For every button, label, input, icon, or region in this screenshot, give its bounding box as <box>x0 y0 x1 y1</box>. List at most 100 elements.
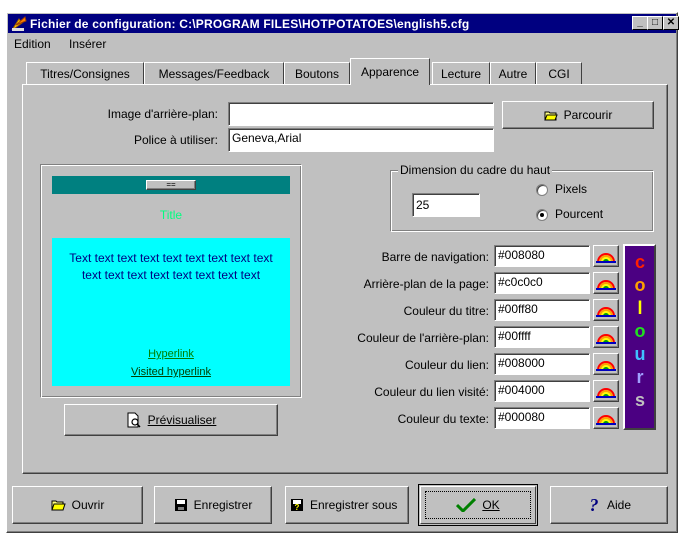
preview-nav-button: == <box>146 180 196 190</box>
help-button[interactable]: ? Aide <box>550 486 668 524</box>
preview-button[interactable]: Prévisualiser <box>64 404 278 436</box>
color-value-input[interactable]: #008000 <box>494 353 590 375</box>
tab-apparence[interactable]: Apparence <box>350 58 430 85</box>
tab-label: Messages/Feedback <box>158 66 270 81</box>
tab-label: Titres/Consignes <box>40 66 130 81</box>
tab-lecture[interactable]: Lecture <box>432 62 490 84</box>
tab-messages-feedback[interactable]: Messages/Feedback <box>144 62 284 84</box>
save-button[interactable]: Enregistrer <box>154 486 272 524</box>
svg-text:?: ? <box>589 496 598 514</box>
tab-label: Autre <box>498 66 528 81</box>
tab-label: Boutons <box>294 66 340 81</box>
save-as-icon: ? <box>291 499 303 512</box>
color-label: Couleur du texte: <box>397 412 489 426</box>
maximize-icon: □ <box>651 17 659 28</box>
color-picker-button[interactable] <box>593 407 619 429</box>
color-picker-button[interactable] <box>593 353 619 375</box>
rainbow-icon <box>596 307 616 317</box>
rainbow-icon <box>596 415 616 425</box>
title-bar: Fichier de configuration: C:\PROGRAM FIL… <box>8 14 679 33</box>
svg-text:s: s <box>635 390 645 410</box>
floppy-disk-icon <box>174 499 187 511</box>
menu-bar: Edition Insérer <box>8 33 676 53</box>
minimize-icon: _ <box>637 17 643 28</box>
color-label: Couleur du lien visité: <box>374 385 489 399</box>
tab-boutons[interactable]: Boutons <box>284 62 350 84</box>
color-label: Couleur de l'arrière-plan: <box>357 331 489 345</box>
font-input[interactable]: Geneva,Arial <box>228 128 494 152</box>
ok-button-face: OK <box>420 486 536 524</box>
save-button-label: Enregistrer <box>193 498 253 512</box>
color-value-input[interactable]: #c0c0c0 <box>494 272 590 294</box>
percent-label[interactable]: Pourcent <box>555 207 603 221</box>
tab-cgi[interactable]: CGI <box>536 62 582 84</box>
frame-size-legend: Dimension du cadre du haut <box>398 163 553 177</box>
color-label: Couleur du titre: <box>403 304 489 318</box>
svg-text:?: ? <box>295 503 300 512</box>
save-as-button[interactable]: ? Enregistrer sous <box>285 486 409 524</box>
background-image-label: Image d'arrière-plan: <box>107 107 218 121</box>
help-question-icon: ? <box>589 496 598 514</box>
rainbow-icon <box>596 334 616 344</box>
preview-document-icon <box>127 412 141 428</box>
help-button-label: Aide <box>606 498 632 512</box>
color-picker-button[interactable] <box>593 326 619 348</box>
svg-text:r: r <box>636 367 643 387</box>
color-value-input[interactable]: #008080 <box>494 245 590 267</box>
close-icon: ✕ <box>666 17 676 28</box>
preview-hyperlink: Hyperlink <box>148 348 194 360</box>
pixels-radio[interactable] <box>536 184 548 196</box>
open-button-label: Ouvrir <box>71 498 105 512</box>
rainbow-icon <box>596 388 616 398</box>
tab-autre[interactable]: Autre <box>490 62 536 84</box>
save-as-button-label: Enregistrer sous <box>310 498 398 512</box>
rainbow-icon <box>596 361 616 371</box>
close-button[interactable]: ✕ <box>663 16 679 30</box>
ok-button[interactable]: OK <box>418 484 538 526</box>
browse-button[interactable]: Parcourir <box>502 101 654 129</box>
color-label: Barre de navigation: <box>381 250 489 264</box>
rainbow-icon <box>596 280 616 290</box>
color-value-input[interactable]: #00ffff <box>494 326 590 348</box>
open-folder-icon <box>543 111 558 120</box>
svg-text:u: u <box>635 344 646 364</box>
preview-nav-button-label: == <box>166 180 176 189</box>
svg-text:o: o <box>635 321 646 341</box>
preview-button-label: Prévisualiser <box>147 413 217 427</box>
color-picker-button[interactable] <box>593 245 619 267</box>
svg-text:c: c <box>635 252 645 272</box>
menu-inserer[interactable]: Insérer <box>69 37 106 51</box>
hotpotatoes-app-icon <box>11 16 27 31</box>
open-button[interactable]: Ouvrir <box>12 486 143 524</box>
tab-label: Apparence <box>360 65 420 79</box>
maximize-button[interactable]: □ <box>647 16 663 30</box>
ok-focus-rect <box>425 491 531 519</box>
color-picker-button[interactable] <box>593 299 619 321</box>
color-label: Arrière-plan de la page: <box>363 277 489 291</box>
rainbow-icon <box>596 253 616 263</box>
menu-edition[interactable]: Edition <box>14 37 51 51</box>
open-folder-icon <box>50 500 66 511</box>
minimize-button[interactable]: _ <box>632 16 648 30</box>
pixels-label[interactable]: Pixels <box>555 182 587 196</box>
color-value-input[interactable]: #00ff80 <box>494 299 590 321</box>
background-image-input[interactable] <box>228 102 494 126</box>
color-picker-button[interactable] <box>593 380 619 402</box>
preview-title: Title <box>159 208 183 222</box>
tab-label: CGI <box>548 66 570 81</box>
colours-logo[interactable]: c o l o u r s colours <box>623 244 656 430</box>
tab-label: Lecture <box>440 66 482 81</box>
preview-visited-hyperlink: Visited hyperlink <box>131 366 211 378</box>
color-value-input[interactable]: #004000 <box>494 380 590 402</box>
preview-content-area: Text text text text text text text text … <box>52 238 290 386</box>
svg-text:o: o <box>635 275 646 295</box>
percent-radio[interactable] <box>536 209 548 221</box>
color-value-input[interactable]: #000080 <box>494 407 590 429</box>
preview-nav-bar: == <box>52 176 290 194</box>
window-title: Fichier de configuration: C:\PROGRAM FIL… <box>30 16 470 31</box>
colours-logo-graphic: c o l o u r s <box>635 252 646 410</box>
tab-titres-consignes[interactable]: Titres/Consignes <box>26 62 144 84</box>
preview-body-text: Text text text text text text text text … <box>69 251 273 282</box>
color-picker-button[interactable] <box>593 272 619 294</box>
frame-size-input[interactable]: 25 <box>412 193 480 217</box>
